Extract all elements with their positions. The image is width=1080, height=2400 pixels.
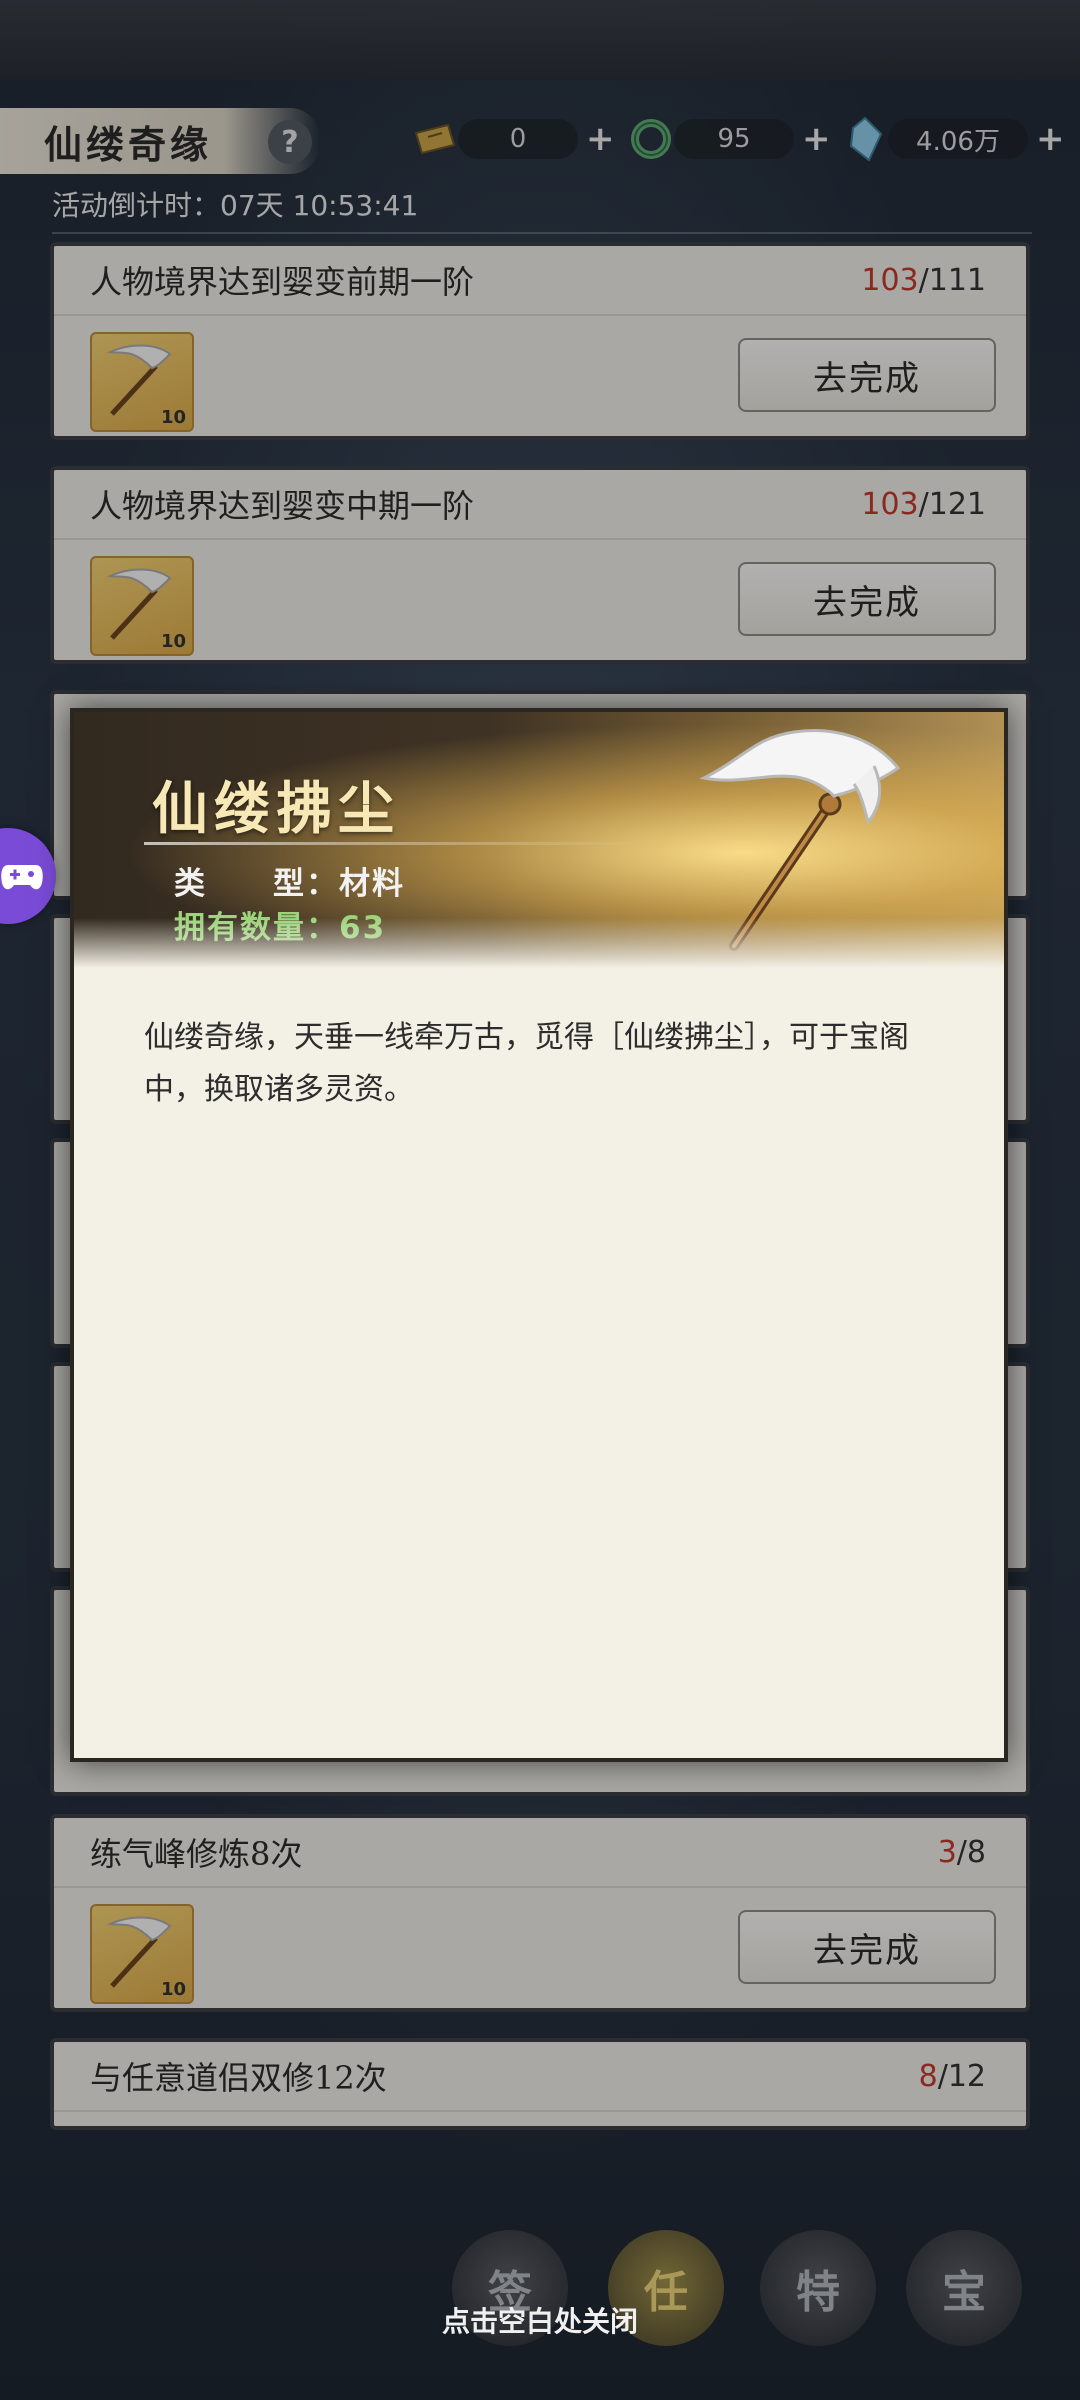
divider	[144, 842, 644, 845]
close-hint: 点击空白处关闭	[441, 2305, 638, 2338]
item-name: 仙缕拂尘	[152, 776, 400, 842]
whisk-icon	[699, 729, 901, 951]
item-owned-count: 拥有数量：63	[174, 910, 387, 946]
item-detail-popup: 仙缕拂尘 类 型：材料 拥有数量：63 仙缕奇缘，天垂一线牵万古，觅得［仙缕拂尘…	[70, 708, 1008, 1762]
item-description: 仙缕奇缘，天垂一线牵万古，觅得［仙缕拂尘］，可于宝阁中，换取诸多灵资。	[144, 1020, 909, 1107]
item-type: 类 型：材料	[174, 866, 405, 902]
popup-header: 仙缕拂尘 类 型：材料 拥有数量：63	[74, 712, 1004, 968]
gamepad-icon	[1, 865, 43, 890]
